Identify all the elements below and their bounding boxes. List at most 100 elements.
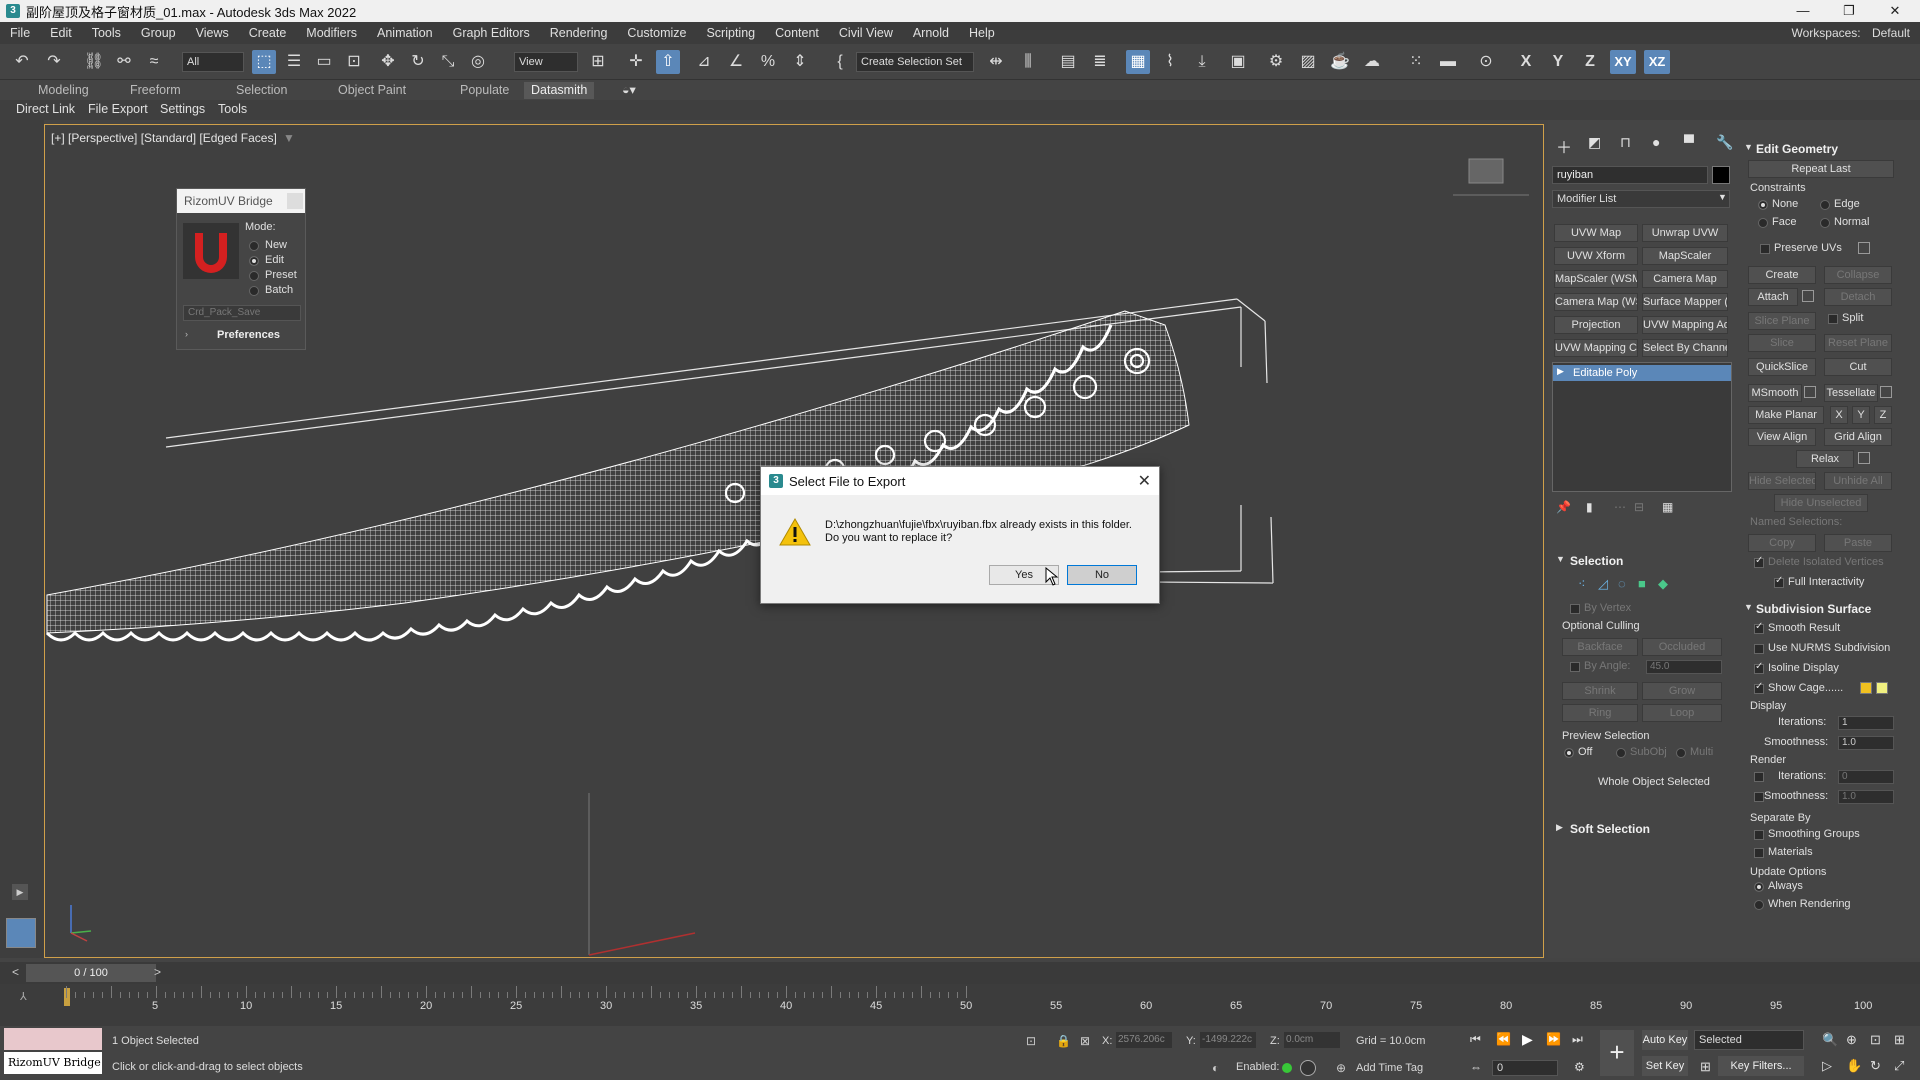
- grid-select-icon[interactable]: ⁙: [1404, 50, 1428, 74]
- snap-points-icon[interactable]: ⊙: [1474, 50, 1498, 74]
- modifier-list-dropdown[interactable]: Modifier List: [1552, 190, 1730, 208]
- make-unique-icon[interactable]: ⋯: [1614, 500, 1626, 514]
- fov-icon[interactable]: ▷: [1822, 1058, 1832, 1074]
- reset-plane-button[interactable]: Reset Plane: [1824, 334, 1892, 352]
- prefs-expand-icon[interactable]: ›: [185, 329, 188, 339]
- go-to-end-icon[interactable]: ⏭: [1572, 1032, 1583, 1047]
- add-time-tag-icon[interactable]: ⊕: [1336, 1061, 1346, 1075]
- menu-graph-editors[interactable]: Graph Editors: [443, 22, 540, 44]
- copy-button[interactable]: Copy: [1748, 534, 1816, 552]
- grid-align-button[interactable]: Grid Align: [1824, 428, 1892, 446]
- utilities-tab-icon[interactable]: 🔧: [1716, 134, 1733, 151]
- tab-modeling[interactable]: Modeling: [38, 82, 89, 99]
- mod-uvw-xform-button[interactable]: UVW Xform: [1554, 247, 1638, 265]
- current-frame-marker[interactable]: [64, 988, 70, 1006]
- angle-snap-icon[interactable]: ∠: [724, 50, 748, 74]
- redo-icon[interactable]: ↷: [42, 50, 66, 74]
- rendered-frame-window-icon[interactable]: ▨: [1296, 50, 1320, 74]
- cage-color-swatch-2[interactable]: [1876, 682, 1888, 694]
- menu-file[interactable]: File: [0, 22, 40, 44]
- viewcube[interactable]: [1468, 158, 1504, 184]
- render-smoothness-checkbox[interactable]: [1754, 792, 1764, 802]
- render-in-cloud-icon[interactable]: ☁: [1360, 50, 1384, 74]
- object-name-field[interactable]: ruyiban: [1552, 166, 1708, 184]
- motion-tab-icon[interactable]: ●: [1652, 134, 1660, 150]
- mod-camera-map-wsm-button[interactable]: Camera Map (WSM): [1554, 293, 1638, 311]
- menu-arnold[interactable]: Arnold: [903, 22, 959, 44]
- paste-button[interactable]: Paste: [1824, 534, 1892, 552]
- workspaces-value[interactable]: Default: [1872, 26, 1910, 40]
- mode-preset-radio[interactable]: [249, 271, 259, 281]
- render-iterations-checkbox[interactable]: [1754, 772, 1764, 782]
- by-angle-spinner[interactable]: 45.0: [1646, 660, 1722, 674]
- link-icon[interactable]: ⛓: [82, 50, 106, 74]
- mode-new-radio[interactable]: [249, 241, 259, 251]
- maximize-viewport-icon[interactable]: ⤢: [1894, 1058, 1904, 1074]
- axis-z-button[interactable]: Z: [1578, 50, 1602, 74]
- zoom-icon[interactable]: 🔍: [1822, 1032, 1838, 1048]
- loop-button[interactable]: Loop: [1642, 704, 1722, 722]
- menu-tools[interactable]: Tools: [82, 22, 131, 44]
- selection-collapse-icon[interactable]: ▼: [1556, 554, 1565, 564]
- soft-selection-rollout-title[interactable]: Soft Selection: [1570, 822, 1650, 836]
- unhide-all-button[interactable]: Unhide All: [1824, 472, 1892, 490]
- ring-button[interactable]: Ring: [1562, 704, 1638, 722]
- time-tag-icon[interactable]: [1300, 1060, 1316, 1076]
- planar-y-button[interactable]: Y: [1852, 406, 1870, 424]
- current-frame-field[interactable]: 0: [1492, 1060, 1558, 1076]
- key-filters-icon[interactable]: ⊞: [1700, 1059, 1711, 1075]
- reference-coordinate-system[interactable]: View: [514, 52, 578, 72]
- named-selection-sets[interactable]: Create Selection Set: [856, 52, 974, 72]
- create-button[interactable]: Create: [1748, 266, 1816, 284]
- next-frame-icon[interactable]: >: [154, 965, 161, 979]
- collapse-button[interactable]: Collapse: [1824, 266, 1892, 284]
- msmooth-settings-icon[interactable]: [1804, 386, 1816, 398]
- subtab-direct-link[interactable]: Direct Link: [16, 102, 75, 116]
- selection-rollout-title[interactable]: Selection: [1570, 554, 1623, 568]
- subdivision-surface-title[interactable]: Subdivision Surface: [1756, 602, 1871, 616]
- menu-civil-view[interactable]: Civil View: [829, 22, 903, 44]
- render-iterations-spinner[interactable]: 0: [1838, 770, 1894, 784]
- time-slider[interactable]: 0 / 100: [26, 964, 156, 982]
- rectangular-selection-icon[interactable]: ▭: [312, 50, 336, 74]
- attach-button[interactable]: Attach: [1748, 288, 1798, 306]
- menu-group[interactable]: Group: [131, 22, 186, 44]
- mod-unwrap-uvw-button[interactable]: Unwrap UVW: [1642, 224, 1728, 242]
- menu-help[interactable]: Help: [959, 22, 1005, 44]
- menu-edit[interactable]: Edit: [40, 22, 82, 44]
- subtab-file-export[interactable]: File Export: [88, 102, 148, 116]
- previous-key-icon[interactable]: ⏪: [1496, 1032, 1511, 1046]
- next-key-icon[interactable]: ⏩: [1546, 1032, 1561, 1046]
- constraint-none-radio[interactable]: [1758, 200, 1768, 210]
- z-coord-field[interactable]: 0.0cm: [1284, 1032, 1340, 1048]
- auto-key-button[interactable]: Auto Key: [1642, 1030, 1688, 1050]
- tessellate-settings-icon[interactable]: [1880, 386, 1892, 398]
- relax-settings-icon[interactable]: [1858, 452, 1870, 464]
- bind-space-warp-icon[interactable]: ≈: [142, 50, 166, 74]
- curve-editor-mini-icon[interactable]: ⅄: [20, 990, 27, 1003]
- tab-populate[interactable]: Populate: [460, 82, 509, 99]
- menu-animation[interactable]: Animation: [367, 22, 443, 44]
- play-icon[interactable]: ▶: [1522, 1031, 1533, 1048]
- update-when-rendering-radio[interactable]: [1754, 900, 1764, 910]
- subtab-settings[interactable]: Settings: [160, 102, 205, 116]
- mod-projection-button[interactable]: Projection: [1554, 316, 1638, 334]
- menu-rendering[interactable]: Rendering: [540, 22, 618, 44]
- pan-icon[interactable]: ✋: [1846, 1058, 1862, 1074]
- cut-button[interactable]: Cut: [1824, 358, 1892, 376]
- pin-stack-icon[interactable]: 📌: [1556, 500, 1571, 514]
- set-key-plus-icon[interactable]: +: [1600, 1030, 1634, 1076]
- axis-x-button[interactable]: X: [1514, 50, 1538, 74]
- attach-settings-icon[interactable]: [1802, 290, 1814, 302]
- constraint-face-radio[interactable]: [1758, 218, 1768, 228]
- element-mode-icon[interactable]: ◆: [1658, 576, 1668, 592]
- hide-selected-button[interactable]: Hide Selected: [1748, 472, 1816, 490]
- enabled-indicator[interactable]: [1282, 1063, 1292, 1073]
- keyboard-shortcut-override-icon[interactable]: ⇧: [656, 50, 680, 74]
- stack-expand-icon[interactable]: ▶: [1557, 366, 1564, 377]
- maxscript-listener-pink[interactable]: [4, 1028, 102, 1050]
- create-tab-icon[interactable]: ＋: [1556, 134, 1572, 158]
- material-editor-icon[interactable]: ▣: [1226, 50, 1250, 74]
- key-mode-icon[interactable]: ⇔: [1470, 1060, 1482, 1074]
- curve-editor-icon[interactable]: ⌇: [1158, 50, 1182, 74]
